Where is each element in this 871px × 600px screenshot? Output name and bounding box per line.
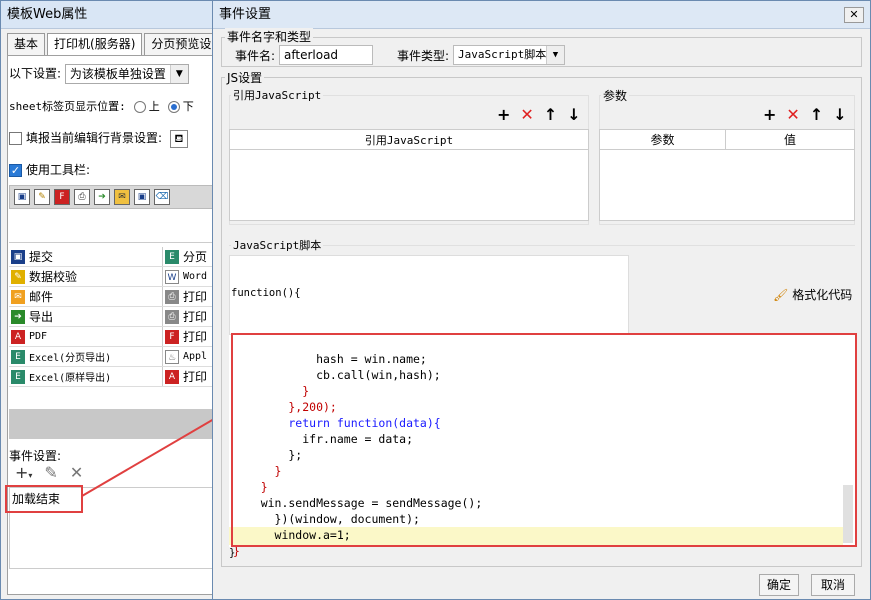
ref-js-table: 引用JavaScript (229, 129, 589, 221)
js-script-legend: JavaScript脚本 (231, 237, 324, 253)
cancel-button[interactable]: 取消 (811, 574, 855, 596)
dialog-title: 事件设置 (213, 1, 870, 29)
event-name-label: 事件名: (235, 49, 276, 63)
add-icon[interactable]: + (763, 105, 776, 124)
move-down-icon[interactable]: ↓ (567, 105, 580, 124)
function-end: } (229, 547, 236, 559)
param-column-header[interactable]: 参数 (600, 130, 726, 149)
brush-icon: 🖌 (773, 288, 789, 302)
event-type-value: JavaScript脚本 (458, 48, 547, 61)
event-name-input[interactable]: afterload (279, 45, 373, 65)
code-highlight-box (231, 333, 857, 547)
add-icon[interactable]: + (497, 105, 510, 124)
event-settings-dialog: 事件设置 ✕ 事件名字和类型 事件名: afterload 事件类型: Java… (212, 0, 871, 600)
value-column-header[interactable]: 值 (726, 130, 854, 149)
delete-icon[interactable]: ✕ (520, 105, 533, 124)
event-name-type-legend: 事件名字和类型 (225, 28, 314, 45)
params-legend: 参数 (601, 87, 630, 104)
move-up-icon[interactable]: ↑ (544, 105, 557, 124)
ok-button[interactable]: 确定 (759, 574, 799, 596)
close-button[interactable]: ✕ (844, 7, 864, 23)
move-down-icon[interactable]: ↓ (833, 105, 846, 124)
ref-js-legend: 引用JavaScript (231, 87, 324, 103)
chevron-down-icon: ▼ (546, 46, 564, 64)
params-table: 参数 值 (599, 129, 855, 221)
params-toolbar: + ✕ ↑ ↓ (763, 105, 847, 124)
delete-icon[interactable]: ✕ (786, 105, 799, 124)
event-type-select[interactable]: JavaScript脚本 ▼ (453, 45, 565, 65)
format-code-label: 格式化代码 (792, 288, 853, 302)
ref-js-toolbar: + ✕ ↑ ↓ (497, 105, 581, 124)
ref-js-column-header[interactable]: 引用JavaScript (230, 130, 588, 149)
move-up-icon[interactable]: ↑ (810, 105, 823, 124)
format-code-button[interactable]: 🖌 格式化代码 (773, 286, 852, 303)
function-start: function(){ (231, 287, 301, 299)
js-settings-legend: JS设置 (225, 69, 265, 86)
event-type-label: 事件类型: (397, 49, 450, 63)
